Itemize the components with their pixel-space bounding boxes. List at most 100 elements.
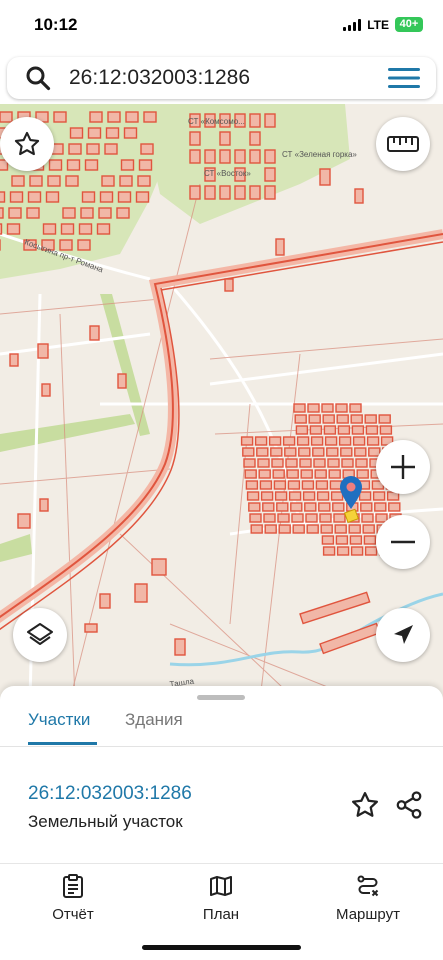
land-parcel — [264, 149, 276, 164]
land-parcel — [69, 127, 84, 139]
land-parcel — [308, 414, 321, 424]
nav-plan[interactable]: План — [166, 874, 276, 923]
land-parcel — [258, 469, 271, 479]
land-parcel — [249, 131, 261, 146]
land-parcel — [362, 524, 375, 534]
search-icon[interactable] — [25, 65, 51, 91]
land-parcel — [379, 425, 393, 435]
share-icon[interactable] — [394, 790, 424, 820]
land-parcel — [318, 502, 331, 512]
land-parcel — [335, 403, 348, 413]
search-input[interactable] — [69, 65, 369, 91]
land-parcel — [6, 223, 21, 235]
network-type: LTE — [367, 17, 389, 32]
tab-parcels[interactable]: Участки — [28, 710, 90, 730]
sheet-drag-handle[interactable] — [197, 695, 245, 700]
land-parcel — [323, 425, 337, 435]
nav-route[interactable]: Маршрут — [313, 874, 423, 923]
map-canvas[interactable]: СТ «Комсомо... СТ «Зеленая горка» СТ «Во… — [0, 104, 443, 700]
land-parcel — [296, 436, 310, 446]
land-parcel — [0, 191, 6, 203]
land-parcel — [349, 535, 363, 545]
land-parcel — [326, 447, 339, 457]
land-parcel — [11, 175, 25, 187]
land-parcel — [249, 185, 261, 200]
land-parcel — [333, 513, 346, 523]
land-parcel — [249, 513, 262, 523]
land-parcel — [300, 469, 313, 479]
land-parcel — [99, 191, 114, 203]
land-parcel — [189, 131, 201, 146]
land-parcel — [338, 436, 352, 446]
layers-icon — [27, 623, 53, 645]
tab-buildings[interactable]: Здания — [125, 710, 183, 730]
favorite-button[interactable] — [0, 117, 54, 171]
status-indicators: LTE 40+ — [343, 17, 423, 32]
zoom-in-button[interactable] — [376, 440, 430, 494]
parcel-cadastral-number[interactable]: 26:12:032003:1286 — [28, 783, 192, 805]
locate-button[interactable] — [376, 608, 430, 662]
nav-report-label: Отчёт — [52, 906, 94, 923]
land-parcel — [81, 191, 96, 203]
land-parcel — [234, 149, 246, 164]
land-parcel — [234, 185, 246, 200]
land-parcel — [270, 447, 283, 457]
route-icon — [357, 875, 379, 897]
land-parcel — [366, 436, 380, 446]
ruler-button[interactable] — [376, 117, 430, 171]
land-parcel — [137, 175, 151, 187]
land-parcel — [0, 223, 3, 235]
land-parcel — [350, 546, 364, 556]
land-parcel — [354, 447, 367, 457]
land-parcel — [298, 447, 311, 457]
land-parcel — [42, 223, 57, 235]
star-outline-icon[interactable] — [350, 790, 380, 820]
land-parcel — [319, 513, 332, 523]
status-bar: 10:12 LTE 40+ — [0, 0, 443, 52]
tabs-divider — [0, 746, 443, 747]
map-view[interactable]: СТ «Комсомо... СТ «Зеленая горка» СТ «Во… — [0, 104, 443, 700]
land-parcel — [324, 436, 338, 446]
land-parcel — [123, 127, 138, 139]
land-parcel — [244, 469, 257, 479]
parcel-type: Земельный участок — [28, 812, 183, 831]
land-parcel — [249, 149, 261, 164]
land-parcel — [309, 425, 323, 435]
land-parcel — [336, 414, 349, 424]
land-parcel — [98, 207, 112, 219]
land-parcel — [307, 403, 320, 413]
search-bar — [7, 57, 436, 99]
land-parcel — [271, 458, 284, 468]
land-parcel — [312, 447, 325, 457]
land-parcel — [243, 458, 256, 468]
layers-button[interactable] — [13, 608, 67, 662]
menu-icon[interactable] — [388, 67, 420, 89]
land-parcel — [301, 480, 315, 490]
land-parcel — [189, 149, 201, 164]
land-parcel — [287, 480, 301, 490]
land-parcel — [117, 191, 132, 203]
land-parcel — [107, 111, 121, 123]
bottom-navigation: Отчёт План Маршрут — [0, 866, 443, 960]
land-parcel — [316, 491, 330, 501]
land-parcel — [276, 502, 289, 512]
home-indicator — [142, 945, 301, 950]
land-parcel — [365, 425, 379, 435]
land-parcel — [96, 223, 111, 235]
zoom-out-button[interactable] — [376, 515, 430, 569]
land-parcel — [53, 111, 67, 123]
land-parcel — [294, 414, 307, 424]
land-parcel — [299, 458, 312, 468]
land-parcel — [254, 436, 268, 446]
land-parcel — [65, 175, 79, 187]
land-parcel — [189, 185, 201, 200]
land-parcel — [0, 111, 13, 123]
plus-icon — [391, 455, 415, 479]
land-parcel — [47, 175, 61, 187]
land-parcel — [27, 191, 42, 203]
land-parcel — [264, 185, 276, 200]
land-parcel — [120, 159, 135, 171]
nav-report[interactable]: Отчёт — [18, 874, 128, 923]
land-parcel — [360, 502, 373, 512]
land-parcel — [26, 207, 40, 219]
